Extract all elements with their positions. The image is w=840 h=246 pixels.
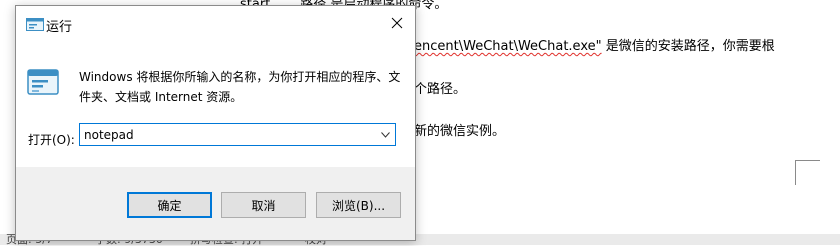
page-corner-mark [795, 160, 820, 185]
run-icon [26, 18, 44, 31]
close-icon [391, 17, 403, 29]
open-input[interactable] [84, 124, 364, 145]
doc-line-2: encent\WeChat\WeChat.exe" 是微信的安装路径，你需要根 [414, 35, 775, 54]
dialog-description: Windows 将根据你所输入的名称，为你打开相应的程序、文件夹、文档或 Int… [79, 70, 401, 104]
close-button[interactable] [379, 6, 415, 40]
open-combobox[interactable] [79, 123, 396, 146]
doc-line-3: 个路径。 [414, 82, 467, 97]
title-bar[interactable]: 运行 [16, 6, 415, 42]
dialog-title: 运行 [46, 20, 73, 35]
run-dialog: 运行 Windows 将根据你所输入的名称，为你打开相应的程序、文件夹、文档或 … [15, 5, 416, 241]
doc-line-2-path: encent\WeChat\WeChat.exe" [414, 39, 602, 54]
cancel-button[interactable]: 取消 [221, 192, 306, 218]
browse-button[interactable]: 浏览(B)... [316, 192, 401, 218]
open-label: 打开(O): [28, 133, 75, 147]
ok-button[interactable]: 确定 [127, 192, 212, 218]
doc-line-4: 新的微信实例。 [414, 124, 506, 139]
dialog-footer: 确定 取消 浏览(B)... [16, 167, 415, 240]
dropdown-button[interactable] [375, 124, 395, 145]
dialog-content: Windows 将根据你所输入的名称，为你打开相应的程序、文件夹、文档或 Int… [16, 42, 415, 167]
doc-line-2-rest: 是微信的安装路径，你需要根 [601, 39, 775, 54]
run-program-icon [27, 69, 59, 95]
chevron-down-icon [380, 131, 390, 138]
